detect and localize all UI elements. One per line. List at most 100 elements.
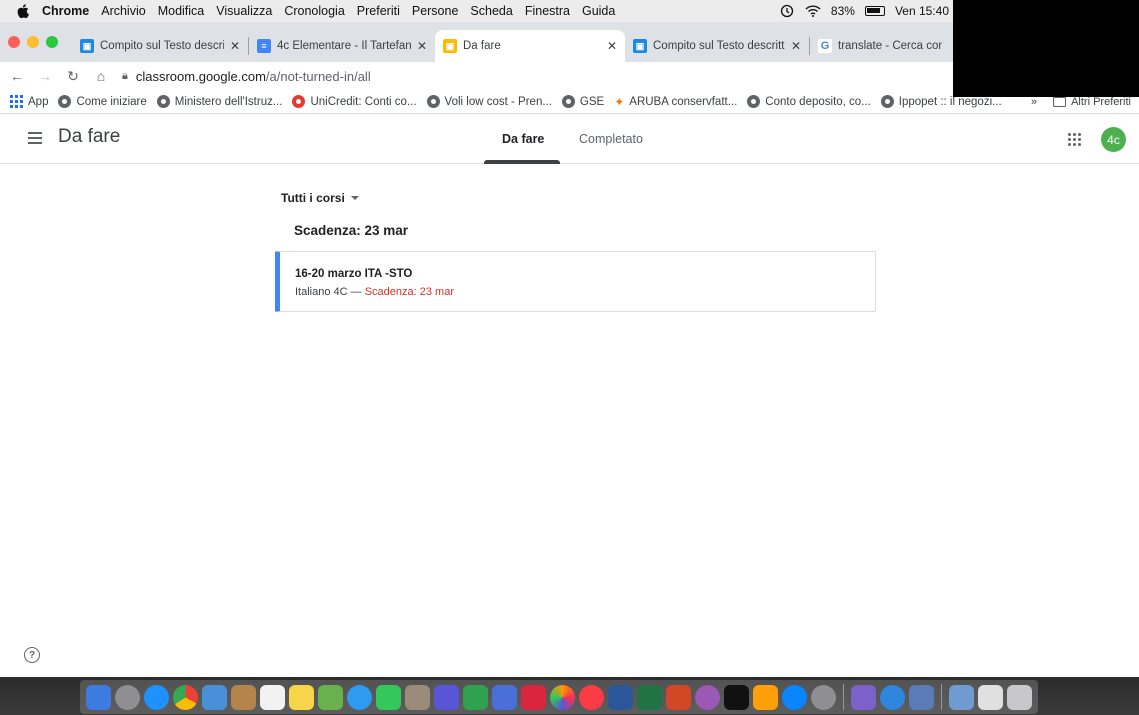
facetime-icon[interactable]	[376, 684, 401, 710]
folder-stack-icon[interactable]	[909, 684, 934, 710]
close-tab-icon[interactable]: ✕	[417, 39, 427, 53]
close-tab-icon[interactable]: ✕	[230, 39, 240, 53]
menu-archivio[interactable]: Archivio	[101, 4, 145, 18]
forward-arrow-icon[interactable]: →	[34, 68, 56, 84]
assignment-card[interactable]: 16-20 marzo ITA -STO Italiano 4C — Scade…	[275, 251, 876, 312]
podcasts-icon[interactable]	[695, 684, 720, 710]
reload-icon[interactable]: ↻	[62, 68, 84, 85]
pages-icon[interactable]	[434, 684, 459, 710]
zoom-window-button[interactable]	[46, 36, 58, 48]
bookmark-item[interactable]: Conto deposito, co...	[747, 95, 871, 108]
document-icon[interactable]	[978, 684, 1003, 710]
back-arrow-icon[interactable]: ←	[6, 68, 28, 84]
battery-icon[interactable]	[864, 6, 885, 16]
tab-title: Compito sul Testo descrittivo - F	[653, 40, 785, 52]
music-icon[interactable]	[579, 684, 604, 710]
star-app-icon[interactable]	[851, 684, 876, 710]
launchpad-icon[interactable]	[115, 684, 140, 710]
maps-icon[interactable]	[318, 684, 343, 710]
classroom-header: Da fare Da fare Completato 4c	[0, 114, 1139, 164]
menu-preferiti[interactable]: Preferiti	[357, 4, 400, 18]
classroom-favicon-icon: ▣	[80, 39, 94, 53]
apple-tv-icon[interactable]	[724, 684, 749, 710]
browser-tab[interactable]: ▣ Compito sul Testo descrittivo - F ✕	[625, 30, 809, 62]
folder-icon	[1053, 96, 1067, 107]
books-icon[interactable]	[753, 684, 778, 710]
close-tab-icon[interactable]: ✕	[791, 39, 801, 53]
chrome-icon[interactable]	[173, 684, 198, 710]
acrobat-icon[interactable]	[521, 684, 546, 710]
globe-icon	[156, 95, 170, 108]
tab-title: 4c Elementare - Il Tartefante - D	[277, 40, 411, 52]
other-bookmarks[interactable]: Altri Preferiti	[1071, 96, 1131, 108]
avatar[interactable]: 4c	[1101, 127, 1126, 152]
bookmark-item[interactable]: Ministero dell'Istruz...	[156, 95, 282, 108]
unicredit-icon	[292, 95, 306, 108]
aruba-star-icon: ✦	[614, 94, 625, 109]
bookmark-item[interactable]: GSE	[561, 95, 605, 108]
apple-menu-icon[interactable]	[16, 4, 30, 18]
bookmark-item[interactable]: Come iniziare	[58, 95, 147, 108]
keynote-icon[interactable]	[492, 684, 517, 710]
menu-cronologia[interactable]: Cronologia	[284, 4, 344, 18]
bookmark-item[interactable]: Voli low cost - Pren...	[426, 95, 552, 108]
page-title: Da fare	[58, 126, 121, 147]
safari-icon[interactable]	[144, 684, 169, 710]
photos-icon[interactable]	[550, 684, 575, 710]
app-store-icon[interactable]	[782, 684, 807, 710]
numbers-icon[interactable]	[463, 684, 488, 710]
browser-tab[interactable]: ≡ 4c Elementare - Il Tartefante - D ✕	[249, 30, 435, 62]
bookmark-apps[interactable]: App	[10, 95, 48, 108]
menu-guida[interactable]: Guida	[582, 4, 615, 18]
dock-separator	[843, 684, 844, 710]
bookmark-label: GSE	[579, 95, 605, 108]
system-preferences-icon[interactable]	[811, 684, 836, 710]
trash-icon[interactable]	[1007, 684, 1032, 710]
close-tab-icon[interactable]: ✕	[607, 39, 617, 53]
time-machine-icon[interactable]	[779, 4, 795, 18]
excel-icon[interactable]	[637, 684, 662, 710]
bookmark-label: UniCredit: Conti co...	[310, 95, 417, 108]
browser-tab[interactable]: ▣ Compito sul Testo descrittivo - F ✕	[72, 30, 248, 62]
menu-app-name[interactable]: Chrome	[42, 4, 89, 18]
menu-modifica[interactable]: Modifica	[158, 4, 205, 18]
menu-scheda[interactable]: Scheda	[470, 4, 512, 18]
notes-icon[interactable]	[289, 684, 314, 710]
network-icon[interactable]	[880, 684, 905, 710]
messages-icon[interactable]	[347, 684, 372, 710]
finder-icon[interactable]	[86, 684, 111, 710]
course-filter-dropdown[interactable]: Tutti i corsi	[281, 191, 359, 205]
dock-separator	[941, 684, 942, 710]
lock-icon[interactable]: 🔒︎	[122, 70, 128, 83]
calendar-icon[interactable]	[260, 684, 285, 710]
bookmark-item[interactable]: UniCredit: Conti co...	[292, 95, 417, 108]
preview-icon[interactable]	[405, 684, 430, 710]
browser-tab[interactable]: G translate - Cerca con Go	[810, 30, 950, 62]
word-icon[interactable]	[608, 684, 633, 710]
close-window-button[interactable]	[8, 36, 20, 48]
powerpoint-icon[interactable]	[666, 684, 691, 710]
main-menu-icon[interactable]	[28, 132, 42, 144]
bookmark-item[interactable]: ✦ ARUBA conservfatt...	[614, 95, 737, 109]
tab-completato[interactable]: Completato	[579, 132, 643, 146]
bookmarks-more-button[interactable]: »	[1031, 96, 1037, 108]
downloads-icon[interactable]	[949, 684, 974, 710]
assignment-course: Italiano 4C	[295, 286, 348, 298]
menu-visualizza[interactable]: Visualizza	[216, 4, 272, 18]
bookmark-label: App	[28, 95, 49, 108]
course-filter-label: Tutti i corsi	[281, 191, 345, 205]
photos-viewer-icon[interactable]	[202, 684, 227, 710]
home-icon[interactable]: ⌂	[90, 68, 112, 84]
contacts-icon[interactable]	[231, 684, 256, 710]
browser-tab-active[interactable]: ▣ Da fare ✕	[435, 30, 625, 62]
help-icon[interactable]: ?	[24, 647, 40, 663]
due-date-heading: Scadenza: 23 mar	[294, 223, 409, 238]
assignment-title[interactable]: 16-20 marzo ITA -STO	[295, 268, 412, 280]
menu-persone[interactable]: Persone	[412, 4, 459, 18]
google-apps-icon[interactable]	[1068, 133, 1082, 147]
wifi-icon[interactable]	[805, 4, 821, 18]
minimize-window-button[interactable]	[27, 36, 39, 48]
menubar-clock[interactable]: Ven 15:40	[895, 4, 949, 18]
menu-finestra[interactable]: Finestra	[525, 4, 570, 18]
tab-da-fare[interactable]: Da fare	[502, 132, 544, 146]
